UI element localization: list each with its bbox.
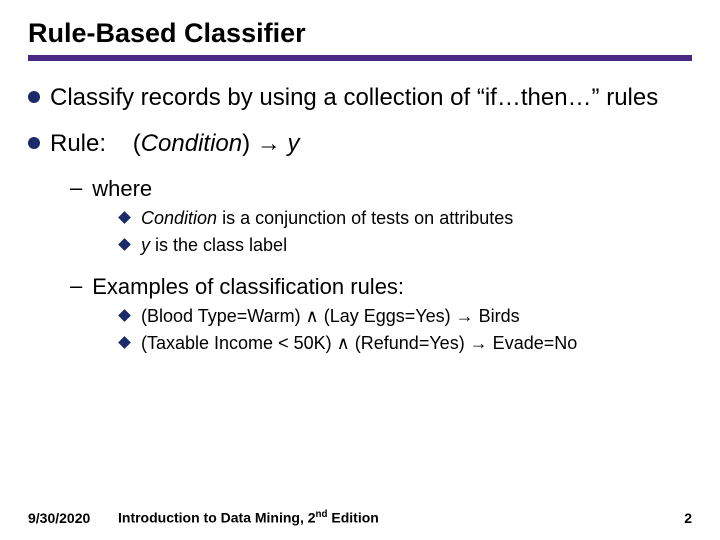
slide-title: Rule-Based Classifier — [28, 18, 692, 49]
diamond-icon — [118, 238, 131, 251]
bullet-classify: Classify records by using a collection o… — [28, 83, 692, 113]
term-y-desc: is the class label — [150, 235, 287, 255]
bullet-dot-icon — [28, 91, 40, 103]
example-text: (Blood Type=Warm) ∧ (Lay Eggs=Yes) → Bir… — [141, 305, 520, 328]
sub-examples: – Examples of classification rules: — [70, 273, 692, 301]
subsub-text: Condition is a conjunction of tests on a… — [141, 207, 513, 230]
footer-book-a: Introduction to Data Mining, 2 — [118, 510, 316, 526]
arrow-icon: → — [257, 131, 281, 157]
footer-page: 2 — [662, 510, 692, 526]
subsub-text: y is the class label — [141, 234, 287, 257]
footer-date: 9/30/2020 — [28, 510, 118, 526]
sub-text: where — [92, 175, 152, 203]
subsub-y: y is the class label — [120, 234, 692, 257]
diamond-icon — [118, 336, 131, 349]
bullet-text: Rule: (Condition) → y — [50, 129, 299, 159]
rule-label: Rule: — [50, 130, 106, 157]
subsub-condition: Condition is a conjunction of tests on a… — [120, 207, 692, 230]
dash-icon: – — [70, 273, 82, 299]
diamond-icon — [118, 309, 131, 322]
example-text: (Taxable Income < 50K) ∧ (Refund=Yes) → … — [141, 332, 577, 355]
bullet-rule: Rule: (Condition) → y — [28, 129, 692, 159]
dash-icon: – — [70, 175, 82, 201]
bullet-dot-icon — [28, 137, 40, 149]
term-condition-desc: is a conjunction of tests on attributes — [217, 208, 513, 228]
footer-book-sup: nd — [316, 509, 328, 520]
rule-condition: Condition — [141, 130, 242, 157]
term-condition: Condition — [141, 208, 217, 228]
slide-footer: 9/30/2020 Introduction to Data Mining, 2… — [28, 509, 692, 526]
title-underline — [28, 55, 692, 61]
diamond-icon — [118, 211, 131, 224]
example-1: (Blood Type=Warm) ∧ (Lay Eggs=Yes) → Bir… — [120, 305, 692, 328]
sub-text: Examples of classification rules: — [92, 273, 404, 301]
example-2: (Taxable Income < 50K) ∧ (Refund=Yes) → … — [120, 332, 692, 355]
footer-book-b: Edition — [328, 510, 379, 526]
term-y: y — [141, 235, 150, 255]
sub-where: – where — [70, 175, 692, 203]
footer-book: Introduction to Data Mining, 2nd Edition — [118, 509, 662, 526]
rule-y: y — [287, 130, 299, 157]
bullet-text: Classify records by using a collection o… — [50, 83, 658, 113]
